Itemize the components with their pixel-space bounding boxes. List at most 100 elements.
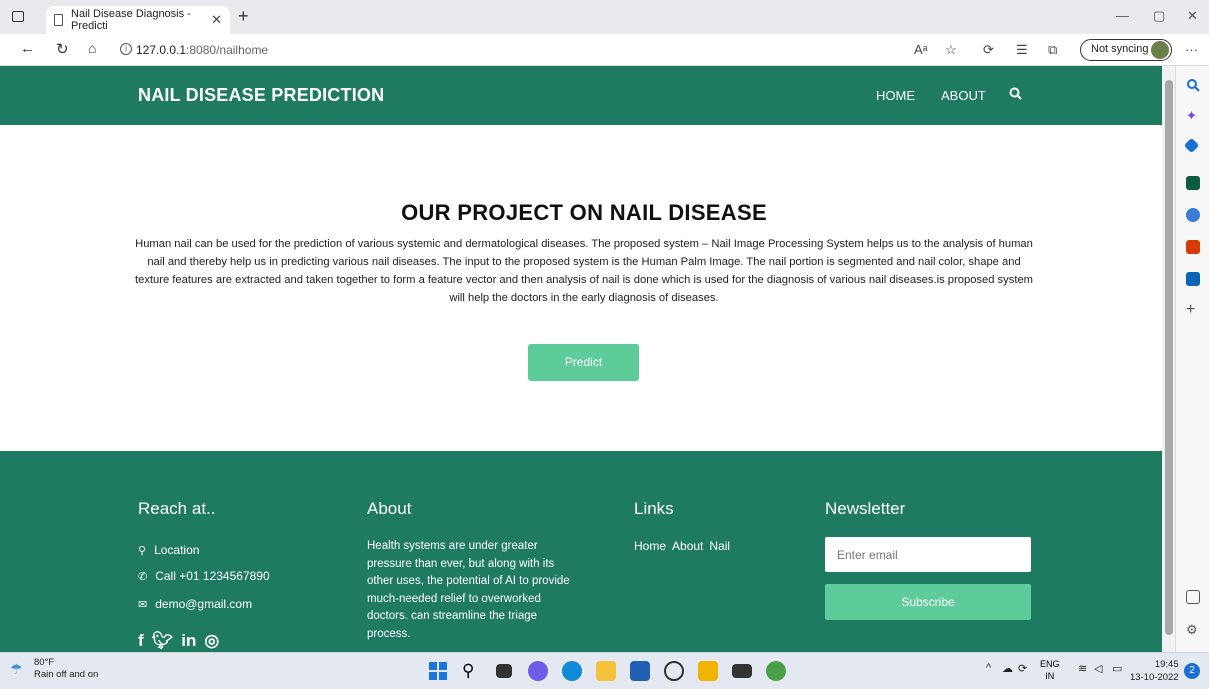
favorites-list-icon[interactable]: ☰ xyxy=(1016,42,1028,58)
browser-tab-bar: Nail Disease Diagnosis - Predicti ✕ + — … xyxy=(0,0,1209,34)
close-tab-icon[interactable]: ✕ xyxy=(211,12,222,28)
site-header: NAIL DISEASE PREDICTION HOME ABOUT xyxy=(0,66,1162,125)
copilot-icon[interactable]: ✦ xyxy=(1186,108,1200,123)
mail-icon: ✉ xyxy=(138,598,148,611)
add-icon[interactable]: + xyxy=(1186,302,1200,318)
tab-actions-icon[interactable] xyxy=(12,11,24,22)
sync-label: Not syncing xyxy=(1091,43,1149,55)
site-footer: Reach at.. ⚲ Location ✆ Call +01 1234567… xyxy=(0,451,1162,652)
facebook-icon[interactable]: f xyxy=(138,631,144,651)
new-tab-icon[interactable]: + xyxy=(238,6,249,27)
main-nav: HOME ABOUT xyxy=(876,88,986,103)
footer-links: Home About Nail xyxy=(634,539,730,553)
sync-button[interactable]: Not syncing xyxy=(1080,39,1172,61)
footer-link-nail[interactable]: Nail xyxy=(709,539,730,553)
edge-icon[interactable] xyxy=(562,661,582,681)
hide-sidebar-icon[interactable] xyxy=(1186,590,1200,604)
read-aloud-icon[interactable]: Aᵃ xyxy=(914,42,928,57)
footer-link-about[interactable]: About xyxy=(672,539,703,553)
reach-title: Reach at.. xyxy=(138,499,216,518)
url-path: :8080/nailhome xyxy=(186,43,269,57)
back-icon[interactable]: ← xyxy=(20,40,35,57)
store-icon[interactable] xyxy=(630,661,650,681)
predict-button[interactable]: Predict xyxy=(528,344,639,381)
outlook-icon[interactable] xyxy=(1186,272,1200,286)
email-input[interactable] xyxy=(825,537,1031,572)
collections-icon[interactable]: ⧉ xyxy=(1048,42,1057,58)
clock[interactable]: 19:45 13-10-2022 xyxy=(1130,658,1179,684)
weather-temp: 80°F xyxy=(34,657,55,668)
contact-location[interactable]: ⚲ Location xyxy=(138,543,199,557)
favorite-icon[interactable]: ☆ xyxy=(945,42,957,58)
task-view-icon[interactable] xyxy=(496,664,512,678)
minimize-icon[interactable]: — xyxy=(1116,8,1129,23)
search-icon[interactable] xyxy=(1009,87,1022,100)
contact-email[interactable]: ✉ demo@gmail.com xyxy=(138,597,252,611)
weather-icon[interactable]: ☂ xyxy=(10,661,28,677)
onedrive-icon[interactable]: ☁ xyxy=(1002,662,1013,675)
office-icon[interactable] xyxy=(1186,240,1200,254)
games-icon[interactable] xyxy=(1186,208,1200,222)
chrome-icon[interactable] xyxy=(766,661,786,681)
url-field[interactable]: 127.0.0.1:8080/nailhome xyxy=(136,43,268,57)
notification-icon[interactable]: 2 xyxy=(1184,663,1200,679)
linkedin-icon[interactable]: in xyxy=(181,631,196,651)
hero-title: OUR PROJECT ON NAIL DISEASE xyxy=(401,200,767,225)
nav-about[interactable]: ABOUT xyxy=(941,88,986,103)
home-icon[interactable]: ⌂ xyxy=(88,40,96,56)
search-icon[interactable]: ⚲ xyxy=(462,661,482,681)
browser-tab[interactable]: Nail Disease Diagnosis - Predicti ✕ xyxy=(46,6,230,34)
scroll-thumb[interactable] xyxy=(1165,80,1173,635)
newsletter-title: Newsletter xyxy=(825,499,906,518)
date: 13-10-2022 xyxy=(1130,672,1179,683)
twitter-icon[interactable]: 🐦︎ xyxy=(152,631,174,651)
tray-overflow-icon[interactable]: ^ xyxy=(986,662,991,674)
shopping-icon[interactable] xyxy=(1183,137,1200,154)
window-close-icon[interactable]: ✕ xyxy=(1187,8,1198,24)
extension-icon[interactable]: ⟳ xyxy=(983,42,994,58)
language-indicator[interactable]: ENG IN xyxy=(1040,658,1060,682)
page-scrollbar[interactable] xyxy=(1162,66,1175,652)
wifi-icon[interactable]: ≋ xyxy=(1078,662,1087,675)
links-title: Links xyxy=(634,499,674,518)
lang-region: IN xyxy=(1045,671,1055,681)
security-icon[interactable] xyxy=(698,661,718,681)
nav-home[interactable]: HOME xyxy=(876,88,915,103)
page-icon xyxy=(54,14,64,26)
about-text: Health systems are under greater pressur… xyxy=(367,540,570,640)
restore-icon[interactable]: ▢ xyxy=(1153,8,1165,24)
location-text: Location xyxy=(154,543,200,557)
search-icon[interactable] xyxy=(1186,78,1200,92)
footer-link-home[interactable]: Home xyxy=(634,539,666,553)
location-icon: ⚲ xyxy=(138,544,147,557)
instagram-icon[interactable]: ◎ xyxy=(204,631,219,651)
edge-sidebar: ✦ + ⚙ xyxy=(1175,66,1209,652)
time: 19:45 xyxy=(1154,659,1179,670)
tab-title: Nail Disease Diagnosis - Predicti xyxy=(71,8,191,32)
terminal-icon[interactable] xyxy=(732,664,752,678)
battery-icon[interactable]: ▭ xyxy=(1112,662,1122,675)
address-bar: ← ↻ ⌂ i 127.0.0.1:8080/nailhome Aᵃ ☆ ⟳ ☰… xyxy=(0,34,1209,66)
file-explorer-icon[interactable] xyxy=(596,661,616,681)
hero-description: Human nail can be used for the predictio… xyxy=(135,238,1033,304)
email-text: demo@gmail.com xyxy=(155,597,253,611)
lang-code: ENG xyxy=(1040,659,1060,669)
url-host: 127.0.0.1 xyxy=(136,43,187,57)
social-links: f 🐦︎ in ◎ xyxy=(138,631,219,651)
about-title: About xyxy=(367,499,412,518)
tools-icon[interactable] xyxy=(1186,176,1200,190)
brand-title[interactable]: NAIL DISEASE PREDICTION xyxy=(138,85,384,106)
page-viewport: NAIL DISEASE PREDICTION HOME ABOUT OUR P… xyxy=(0,66,1162,652)
contact-phone[interactable]: ✆ Call +01 1234567890 xyxy=(138,569,270,583)
more-icon[interactable]: ··· xyxy=(1185,42,1198,57)
site-info-icon[interactable]: i xyxy=(120,43,132,55)
volume-icon[interactable]: ◁ xyxy=(1094,662,1102,675)
weather-widget[interactable]: 80°F Rain off and on xyxy=(34,657,98,681)
refresh-icon[interactable]: ↻ xyxy=(56,40,69,58)
settings-icon[interactable]: ⚙ xyxy=(1186,622,1200,637)
dell-icon[interactable] xyxy=(664,661,684,681)
subscribe-button[interactable]: Subscribe xyxy=(825,584,1031,620)
teams-chat-icon[interactable] xyxy=(528,661,548,681)
windows-start-icon[interactable] xyxy=(428,661,448,681)
tray-app-icon[interactable]: ⟳ xyxy=(1018,662,1027,675)
